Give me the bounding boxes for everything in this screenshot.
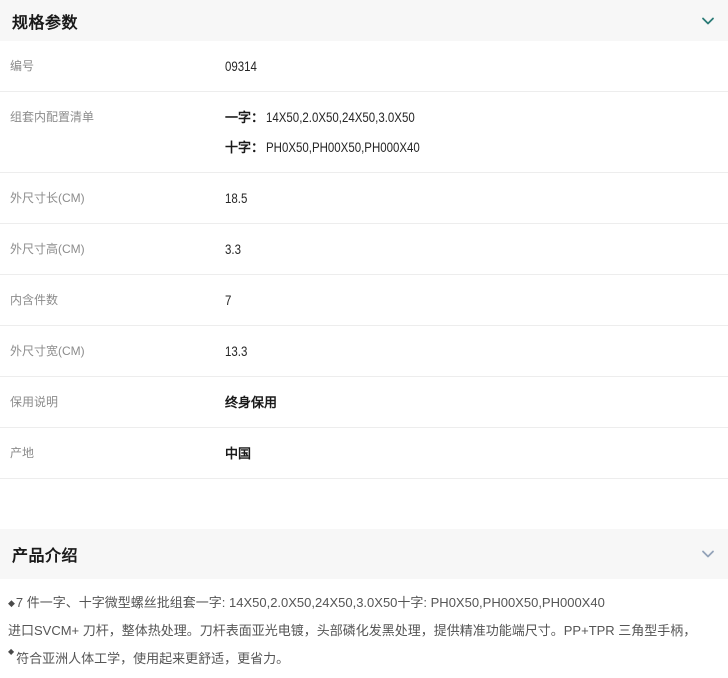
- config-values: 14X50,2.0X50,24X50,3.0X50: [266, 109, 415, 126]
- spec-value-number: 13.3: [225, 343, 247, 360]
- spec-value: 3.3: [225, 241, 244, 258]
- spec-value: 7: [225, 292, 233, 309]
- spec-row: 外尺寸宽(CM) 13.3: [0, 326, 728, 377]
- diamond-bullet-icon: ◆: [8, 598, 15, 608]
- spec-value: 18.5: [225, 190, 252, 207]
- spec-row: 外尺寸长(CM) 18.5: [0, 173, 728, 224]
- spec-label: 外尺寸高(CM): [10, 241, 225, 258]
- spec-value: 一字：14X50,2.0X50,24X50,3.0X50 十字：PH0X50,P…: [225, 109, 454, 156]
- spec-row: 编号 09314: [0, 41, 728, 92]
- intro-line: ◆符合亚洲人体工学，使用起来更舒适，更省力。: [8, 645, 718, 675]
- spec-value-number: 09314: [225, 58, 257, 75]
- intro-line-text: 符合亚洲人体工学，使用起来更舒适，更省力。: [16, 651, 289, 666]
- chevron-down-icon-path: [703, 552, 713, 557]
- spec-row: 外尺寸高(CM) 3.3: [0, 224, 728, 275]
- intro-section: 产品介绍 ◆7 件一字、十字微型螺丝批组套一字: 14X50,2.0X50,24…: [0, 529, 728, 675]
- spec-row: 产地 中国: [0, 428, 728, 479]
- config-prefix: 十字：: [225, 140, 264, 155]
- spec-label: 产地: [10, 445, 225, 462]
- spec-table: 编号 09314 组套内配置清单 一字：14X50,2.0X50,24X50,3…: [0, 41, 728, 479]
- spec-value: 13.3: [225, 343, 252, 360]
- spec-label: 保用说明: [10, 394, 225, 411]
- spec-label: 内含件数: [10, 292, 225, 309]
- chevron-down-icon-path: [703, 18, 713, 23]
- spec-value: 中国: [225, 445, 251, 462]
- spec-value-number: 7: [225, 292, 231, 309]
- spec-section-title: 规格参数: [12, 9, 78, 33]
- spec-row: 组套内配置清单 一字：14X50,2.0X50,24X50,3.0X50 十字：…: [0, 92, 728, 173]
- spec-label: 外尺寸长(CM): [10, 190, 225, 207]
- intro-line: ◆7 件一字、十字微型螺丝批组套一字: 14X50,2.0X50,24X50,3…: [8, 589, 718, 617]
- spec-row: 内含件数 7: [0, 275, 728, 326]
- spec-section: 规格参数 编号 09314 组套内配置清单 一字：14X50,2.0X50,24…: [0, 0, 728, 479]
- intro-line-text: 7 件一字、十字微型螺丝批组套一字: 14X50,2.0X50,24X50,3.…: [16, 595, 605, 610]
- section-gap: [0, 479, 728, 529]
- config-line-phillips: 十字：PH0X50,PH00X50,PH000X40: [225, 139, 454, 156]
- config-line-slotted: 一字：14X50,2.0X50,24X50,3.0X50: [225, 109, 454, 126]
- spec-label: 编号: [10, 58, 225, 75]
- chevron-down-icon[interactable]: [700, 13, 716, 29]
- spec-value-number: 18.5: [225, 190, 247, 207]
- spec-value: 终身保用: [225, 394, 277, 411]
- config-values: PH0X50,PH00X50,PH000X40: [266, 139, 420, 156]
- spec-label: 组套内配置清单: [10, 109, 225, 126]
- spec-value: 09314: [225, 58, 264, 75]
- intro-body: ◆7 件一字、十字微型螺丝批组套一字: 14X50,2.0X50,24X50,3…: [0, 579, 728, 675]
- intro-line: 进口SVCM+ 刀杆，整体热处理。刀杆表面亚光电镀，头部磷化发黑处理，提供精准功…: [8, 617, 718, 645]
- intro-line-text: 进口SVCM+ 刀杆，整体热处理。刀杆表面亚光电镀，头部磷化发黑处理，提供精准功…: [8, 623, 696, 638]
- intro-section-header[interactable]: 产品介绍: [0, 529, 728, 579]
- spec-value-number: 3.3: [225, 241, 241, 258]
- intro-section-title: 产品介绍: [12, 542, 78, 566]
- chevron-down-icon[interactable]: [700, 546, 716, 562]
- config-prefix: 一字：: [225, 110, 264, 125]
- diamond-bullet-icon: ◆: [8, 647, 14, 656]
- spec-section-header[interactable]: 规格参数: [0, 0, 728, 41]
- spec-row: 保用说明 终身保用: [0, 377, 728, 428]
- spec-label: 外尺寸宽(CM): [10, 343, 225, 360]
